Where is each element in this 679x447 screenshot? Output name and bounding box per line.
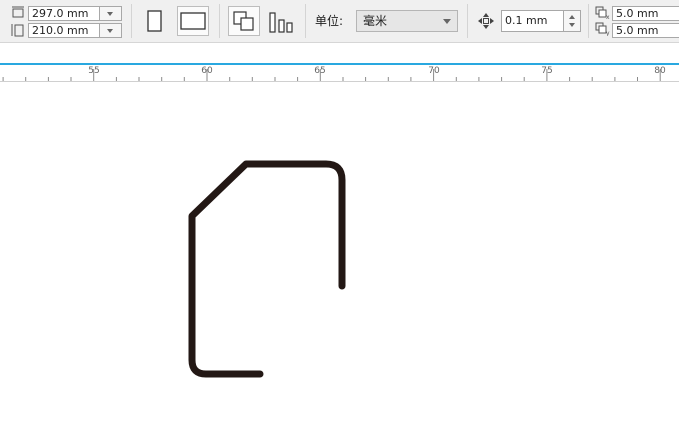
nudge-icon bbox=[477, 12, 495, 33]
separator bbox=[219, 4, 220, 38]
ruler-label: 75 bbox=[541, 66, 553, 76]
page-width-icon bbox=[11, 6, 25, 21]
units-value: 毫米 bbox=[363, 14, 388, 28]
landscape-button[interactable] bbox=[177, 6, 209, 36]
current-page-button[interactable] bbox=[266, 6, 296, 36]
ruler-label: 65 bbox=[314, 66, 326, 76]
all-pages-icon bbox=[233, 11, 254, 31]
drawing-canvas[interactable] bbox=[0, 82, 679, 444]
ruler-label: 70 bbox=[428, 66, 440, 76]
nudge-distance-field[interactable]: 0.1 mm bbox=[501, 10, 564, 32]
ruler-ticks bbox=[2, 69, 661, 81]
separator bbox=[131, 4, 132, 38]
nudge-distance-stepper[interactable] bbox=[564, 10, 581, 32]
portrait-icon bbox=[147, 10, 162, 32]
chevron-down-icon bbox=[443, 19, 451, 24]
horizontal-ruler[interactable]: 55 60 65 70 75 80 bbox=[0, 63, 679, 82]
ruler-label: 55 bbox=[88, 66, 100, 76]
duplicate-x-field[interactable]: 5.0 mm bbox=[612, 6, 679, 21]
duplicate-y-field[interactable]: 5.0 mm bbox=[612, 23, 679, 38]
page-height-field[interactable]: 210.0 mm bbox=[28, 23, 100, 38]
duplicate-y-icon: y bbox=[595, 22, 611, 39]
units-dropdown[interactable]: 毫米 bbox=[356, 10, 458, 32]
all-pages-button[interactable] bbox=[228, 6, 260, 36]
page-height-stepper[interactable] bbox=[100, 23, 122, 38]
units-label: 单位: bbox=[315, 14, 344, 28]
page-width-field[interactable]: 297.0 mm bbox=[28, 6, 100, 21]
property-bar: 297.0 mm 210.0 mm 单位: 毫米 0.1 mm x 5.0 mm… bbox=[0, 0, 679, 43]
landscape-icon bbox=[180, 12, 206, 30]
page-height-icon bbox=[11, 23, 25, 40]
ruler-label: 60 bbox=[201, 66, 213, 76]
drawn-path[interactable] bbox=[188, 160, 346, 378]
page-width-stepper[interactable] bbox=[100, 6, 122, 21]
ruler-label: 80 bbox=[654, 66, 666, 76]
separator bbox=[305, 4, 306, 38]
separator bbox=[588, 4, 589, 38]
separator bbox=[467, 4, 468, 38]
svg-text:x: x bbox=[606, 14, 610, 20]
duplicate-x-icon: x bbox=[595, 6, 611, 23]
portrait-button[interactable] bbox=[142, 6, 168, 36]
current-page-icon bbox=[269, 12, 293, 33]
svg-text:y: y bbox=[606, 30, 610, 36]
